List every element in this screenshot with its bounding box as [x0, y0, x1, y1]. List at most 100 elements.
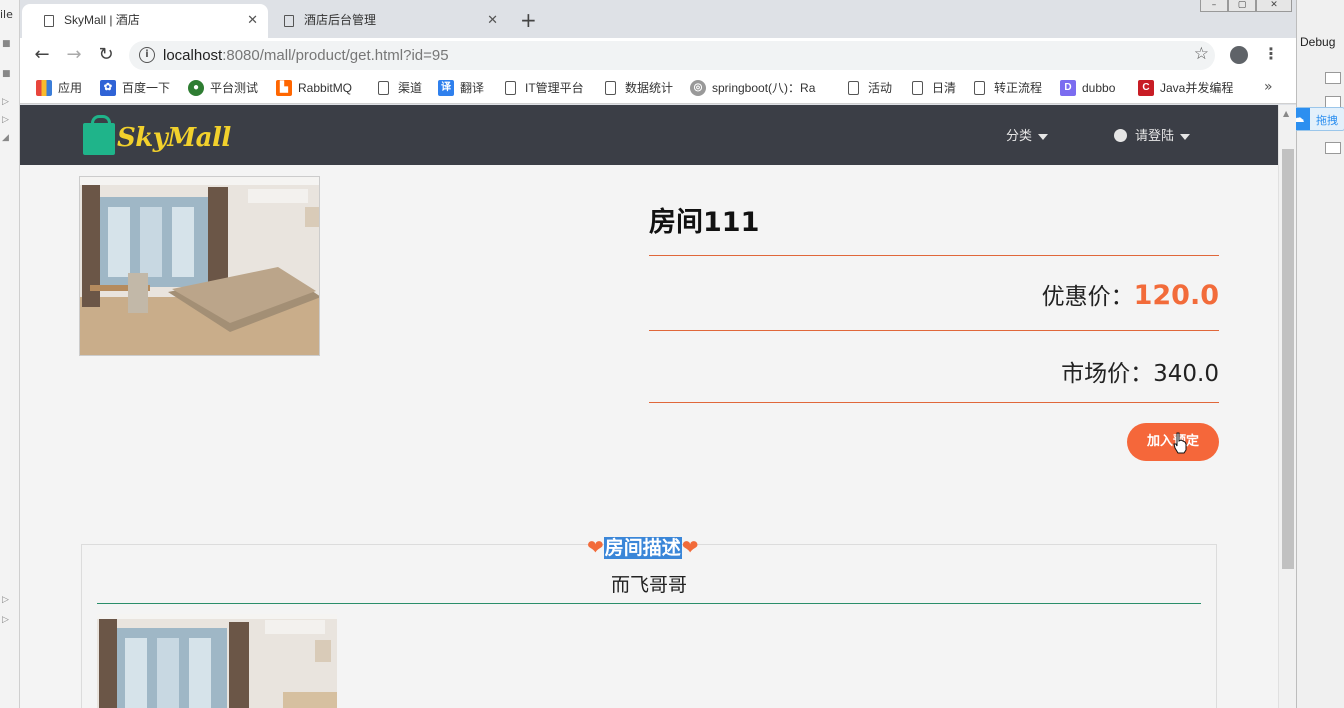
back-icon[interactable]: ←	[30, 43, 54, 67]
bookmark-springboot[interactable]: ◎ springboot(八)：Ra	[690, 79, 815, 97]
product-title: 房间111	[649, 207, 760, 238]
bookmark-label: 日清	[932, 81, 957, 95]
maximize-icon[interactable]: ▢	[1228, 0, 1256, 12]
page-icon	[44, 15, 54, 27]
close-tab-icon[interactable]: ✕	[487, 4, 498, 36]
bookmark-translate[interactable]: 译翻译	[438, 79, 484, 97]
ide-tree-expander-icon[interactable]: ▷	[2, 98, 12, 107]
browser-toolbar: ← → ↻ i localhost:8080/mall/product/get.…	[20, 38, 1296, 73]
close-tab-icon[interactable]: ✕	[247, 4, 258, 36]
product-image	[79, 176, 320, 356]
bookmark-dubbo[interactable]: Ddubbo	[1060, 79, 1115, 97]
bookmark-label: springboot(八)：Ra	[712, 81, 816, 95]
forward-icon[interactable]: →	[62, 43, 86, 67]
baidu-paw-icon: ✿	[100, 80, 116, 96]
bookmark-activity[interactable]: 活动	[846, 79, 892, 97]
bookmark-label: dubbo	[1082, 81, 1116, 95]
market-value: 340.0	[1153, 361, 1219, 387]
market-label: 市场价：	[1061, 361, 1154, 387]
divider	[649, 255, 1219, 256]
login-label: 请登陆	[1135, 128, 1175, 143]
page-icon	[848, 81, 859, 95]
web-page: SkyMall 分类 请登陆 房间111 优惠价：120.0 市场价：340.0…	[20, 105, 1278, 708]
heart-icon: ❤	[681, 535, 699, 559]
blog-icon: ◎	[690, 80, 706, 96]
bookmark-it-platform[interactable]: IT管理平台	[503, 79, 584, 97]
page-icon	[284, 15, 294, 27]
browser-window: SkyMall | 酒店 ✕ 酒店后台管理 ✕ + – ▢ ✕ ← → ↻ i …	[20, 0, 1296, 708]
ide-tree-expander-icon[interactable]: ◢	[2, 134, 12, 143]
address-bar[interactable]: i localhost:8080/mall/product/get.html?i…	[129, 41, 1215, 70]
url-text[interactable]: localhost:8080/mall/product/get.html?id=…	[163, 47, 449, 64]
bookmark-rabbitmq[interactable]: ▙ RabbitMQ	[276, 79, 352, 97]
room-photo	[80, 177, 319, 355]
scroll-up-icon[interactable]: ▲	[1283, 109, 1289, 118]
caret-down-icon	[1038, 133, 1049, 140]
ide-tree-marker-icon[interactable]: ■	[2, 70, 12, 79]
login-dropdown[interactable]: 请登陆	[1114, 125, 1191, 144]
bookmark-daily[interactable]: 日清	[910, 79, 956, 97]
bookmarks-bar: 应用 ✿ 百度一下 ● 平台测试 ▙ RabbitMQ 渠道 译翻译 IT管理平台 数…	[20, 73, 1296, 104]
globe-icon: ●	[188, 80, 204, 96]
site-info-icon[interactable]: i	[139, 47, 155, 63]
bookmark-label: 转正流程	[994, 81, 1043, 95]
heart-icon: ❤	[587, 535, 604, 559]
divider	[649, 402, 1219, 403]
account-icon[interactable]	[1230, 46, 1248, 64]
description-image	[97, 614, 337, 708]
tab-admin[interactable]: 酒店后台管理 ✕	[262, 4, 508, 38]
rabbitmq-icon: ▙	[276, 80, 292, 96]
shopping-bag-icon	[83, 115, 115, 155]
discount-label: 优惠价：	[1041, 284, 1134, 310]
tab-title: SkyMall | 酒店	[64, 13, 140, 27]
bookmark-data-stats[interactable]: 数据统计	[603, 79, 673, 97]
discount-price-line: 优惠价：120.0	[1042, 277, 1219, 311]
ide-right-panel: Debug ☁ 拖拽	[1285, 0, 1344, 708]
tab-strip: SkyMall | 酒店 ✕ 酒店后台管理 ✕ + – ▢ ✕	[20, 0, 1296, 38]
ide-tree-expander-icon[interactable]: ▷	[2, 116, 12, 125]
ide-left-label: ile	[0, 8, 13, 21]
bookmark-regularization[interactable]: 转正流程	[972, 79, 1042, 97]
minimize-icon[interactable]: –	[1200, 0, 1228, 12]
bookmark-label: IT管理平台	[525, 81, 584, 95]
page-scrollbar[interactable]: ▲	[1278, 105, 1296, 708]
tab-skymall[interactable]: SkyMall | 酒店 ✕	[22, 4, 268, 38]
bookmark-label: RabbitMQ	[298, 81, 353, 95]
bug-icon[interactable]	[1325, 142, 1341, 154]
reload-icon[interactable]: ↻	[94, 43, 118, 67]
bookmark-java-concurrency[interactable]: C Java并发编程	[1138, 79, 1233, 97]
bookmark-label: 应用	[58, 81, 83, 95]
hand-cursor-icon	[1173, 432, 1187, 454]
caret-down-icon	[1180, 133, 1191, 140]
bookmark-label: 百度一下	[122, 81, 171, 95]
page-icon	[974, 81, 985, 95]
close-window-icon[interactable]: ✕	[1256, 0, 1292, 12]
category-dropdown[interactable]: 分类	[1006, 125, 1049, 144]
bookmark-channel[interactable]: 渠道	[376, 79, 422, 97]
ide-tree-marker-icon[interactable]: ■	[2, 40, 12, 49]
url-path: :8080/mall/product/get.html?id=95	[222, 47, 449, 64]
user-icon	[1114, 129, 1127, 142]
csdn-icon: C	[1138, 80, 1154, 96]
bookmark-label: 数据统计	[625, 81, 674, 95]
debug-perspective-label[interactable]: Debug	[1300, 35, 1335, 49]
bookmark-label: 平台测试	[210, 81, 259, 95]
bookmark-baidu[interactable]: ✿ 百度一下	[100, 79, 170, 97]
bookmark-label: 渠道	[398, 81, 423, 95]
bookmark-apps[interactable]: 应用	[36, 79, 82, 97]
discount-value: 120.0	[1133, 280, 1219, 311]
brand-name: SkyMall	[117, 123, 231, 153]
scrollbar-thumb[interactable]	[1282, 149, 1294, 569]
ide-left-panel: ile ■ ■ ▷ ▷ ◢ ▷ ▷	[0, 0, 20, 708]
ide-tree-expander-icon[interactable]: ▷	[2, 616, 12, 625]
site-navbar: SkyMall 分类 请登陆	[20, 105, 1278, 165]
page-icon	[912, 81, 923, 95]
bookmark-star-icon[interactable]: ☆	[1194, 44, 1209, 64]
menu-kebab-icon[interactable]: ⋮	[1263, 44, 1279, 63]
ide-view-icon[interactable]	[1325, 72, 1341, 84]
new-tab-icon[interactable]: +	[520, 6, 537, 34]
ide-tree-expander-icon[interactable]: ▷	[2, 596, 12, 605]
divider	[649, 330, 1219, 331]
more-bookmarks-icon[interactable]: »	[1264, 79, 1273, 95]
bookmark-platform-test[interactable]: ● 平台测试	[188, 79, 258, 97]
